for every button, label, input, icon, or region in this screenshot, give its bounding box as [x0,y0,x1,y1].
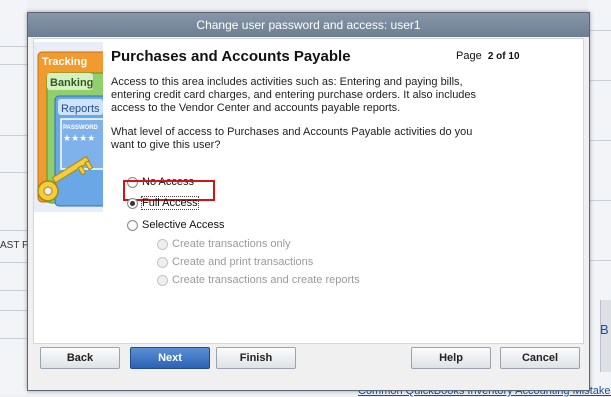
background-row-divider [0,64,27,65]
background-row-divider [588,30,611,31]
dialog-title: Change user password and access: user1 [28,13,589,37]
background-row-divider [588,200,611,201]
radio-button[interactable] [127,219,138,231]
background-row-divider [588,260,611,261]
radio-button-disabled[interactable] [157,238,168,250]
background-row-divider [0,172,27,173]
page-number: 2 of 10 [487,51,520,62]
radio-label: Selective Access [142,219,225,231]
wizard-content-panel: Tracking Banking Reports PASSWORD ★★★★ P… [33,38,584,344]
change-user-access-dialog: Change user password and access: user1 T… [27,12,590,391]
radio-button-selected[interactable] [127,197,138,209]
help-button[interactable]: Help [411,347,491,369]
background-row-divider [0,262,27,263]
radio-label: Create transactions and create reports [172,274,360,286]
background-column-header: AST F [0,240,29,251]
next-button[interactable]: Next [130,347,210,369]
access-description: Access to this area includes activities … [111,76,477,114]
tracking-tab-label: Tracking [42,56,87,68]
background-row-divider [0,135,27,136]
background-row-divider [0,46,27,47]
cancel-button[interactable]: Cancel [500,347,580,369]
radio-button-disabled[interactable] [157,256,168,268]
background-row-divider [0,338,27,339]
radio-label: Full Access [141,196,199,210]
radio-create-transactions-only[interactable]: Create transactions only [157,238,291,250]
page-label: Page [456,50,482,62]
section-heading: Purchases and Accounts Payable [111,48,351,65]
radio-selective-access[interactable]: Selective Access [127,219,225,231]
radio-create-and-print[interactable]: Create and print transactions [157,256,313,268]
radio-label: Create transactions only [172,238,291,250]
page-indicator: Page 2 of 10 [456,50,520,62]
radio-full-access[interactable]: Full Access [127,196,199,210]
radio-button-disabled[interactable] [157,274,168,286]
radio-label: Create and print transactions [172,256,314,268]
finish-button[interactable]: Finish [216,347,296,369]
password-mask-stars: ★★★★ [63,134,95,144]
access-question: What level of access to Purchases and Ac… [111,126,473,151]
wizard-illustration: Tracking Banking Reports PASSWORD ★★★★ [34,42,103,212]
background-link-fragment[interactable]: B [600,322,609,337]
back-button[interactable]: Back [40,347,120,369]
reports-tab-label: Reports [61,103,100,115]
background-row-divider [588,80,611,81]
background-row-divider [0,230,27,231]
banking-tab-label: Banking [50,77,93,89]
background-left-panel [0,0,27,395]
background-row-divider [0,290,27,291]
background-row-divider [0,310,27,311]
background-row-divider [588,140,611,141]
password-card-label: PASSWORD [63,125,99,131]
radio-create-and-reports[interactable]: Create transactions and create reports [157,274,360,286]
